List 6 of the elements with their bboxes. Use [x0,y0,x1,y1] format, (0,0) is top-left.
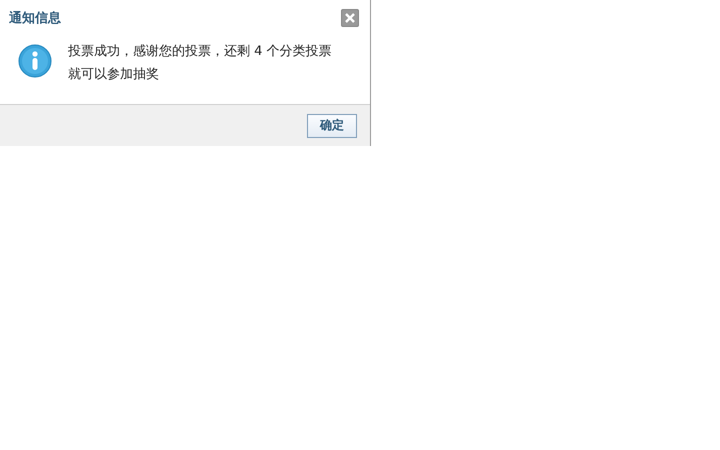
ok-button[interactable]: 确定 [307,114,357,138]
close-button[interactable] [341,9,359,27]
close-icon [345,13,355,23]
dialog-title: 通知信息 [9,10,61,27]
message-text: 投票成功，感谢您的投票，还剩 4 个分类投票就可以参加抽奖 [68,43,333,84]
info-icon [18,44,52,78]
